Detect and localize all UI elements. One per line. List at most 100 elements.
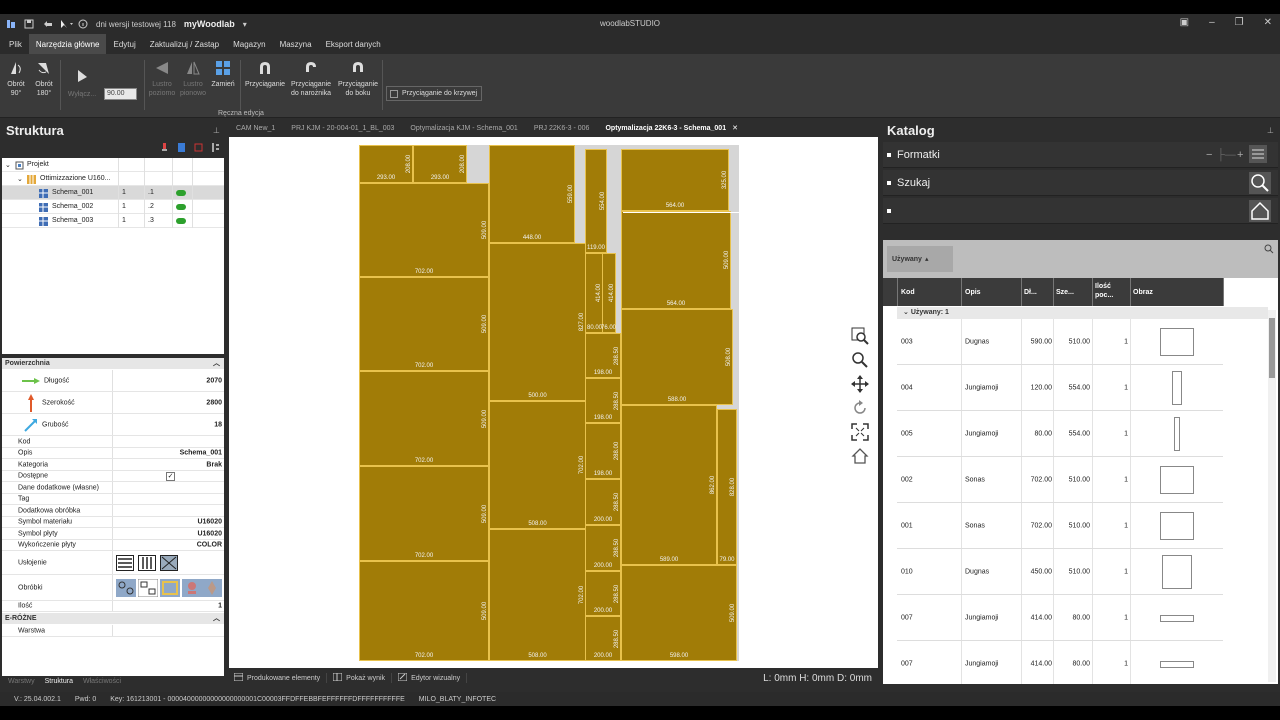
chevron-down-icon[interactable]: ▾ — [243, 20, 247, 29]
prop-processing[interactable]: Obróbki — [2, 575, 224, 601]
panel-part[interactable]: 293.00 208.00 — [413, 145, 467, 183]
prop-code[interactable]: Kod — [2, 436, 224, 448]
panel-part[interactable]: 200.00 288.50 — [585, 571, 621, 616]
scroll-thumb[interactable] — [1269, 318, 1275, 378]
slider-icon[interactable]: ├— — [1217, 149, 1236, 161]
menu-zaktualizuj[interactable]: Zaktualizuj / Zastąp — [143, 34, 226, 54]
expand-icon[interactable]: + — [1237, 149, 1243, 161]
prop-thickness[interactable]: Grubość 18 — [2, 414, 224, 436]
panel-part[interactable]: 198.00 288.50 — [585, 378, 621, 423]
panel-part[interactable]: 564.00 325.00 — [621, 149, 729, 211]
table-row[interactable]: 005 Jungiamoji 80.00 554.00 1 — [897, 411, 1223, 457]
col-header[interactable]: Opis — [965, 288, 981, 297]
col-header[interactable]: Obraz — [1133, 288, 1153, 297]
available-checkbox[interactable]: ✓ — [166, 472, 175, 481]
panel-part[interactable]: 702.00 509.00 — [359, 466, 489, 561]
prop-quantity[interactable]: Ilość 1 — [2, 601, 224, 612]
col-header[interactable]: Kod — [901, 288, 915, 297]
vertical-scrollbar[interactable] — [1268, 310, 1276, 682]
visibility-toggle[interactable] — [176, 218, 186, 224]
panel-part[interactable]: 589.00 862.00 — [621, 405, 717, 565]
grain-horizontal-icon[interactable] — [116, 555, 134, 573]
used-filter-button[interactable]: Używany ▴ — [887, 246, 953, 272]
prop-additional-processing[interactable]: Dodatkowa obróbka — [2, 505, 224, 517]
home-icon[interactable] — [851, 447, 869, 465]
mirror-horizontal-button[interactable]: Lustro poziomo — [148, 60, 176, 98]
pin-icon[interactable]: ⊥ — [213, 126, 220, 135]
snap-side-button[interactable]: Przyciąganie do boku — [336, 60, 380, 98]
grain-vertical-icon[interactable] — [138, 555, 156, 573]
panel-part[interactable]: 598.00 509.00 — [621, 565, 737, 661]
rotate-view-icon[interactable] — [851, 399, 869, 417]
doc-tab[interactable]: CAM New_1 — [228, 120, 283, 136]
grain-none-icon[interactable] — [160, 555, 178, 573]
prop-length[interactable]: Długość 2070 — [2, 370, 224, 392]
prop-material-symbol[interactable]: Symbol materiału U16020 — [2, 517, 224, 528]
col-header[interactable]: Ilość poc... — [1095, 282, 1125, 300]
tilt-button[interactable]: Wyłącz... — [64, 68, 100, 99]
panel-part[interactable]: 702.00 509.00 — [359, 277, 489, 371]
restore-panel-icon[interactable]: ▣ — [1180, 17, 1189, 28]
menu-narzedzia-glowne[interactable]: Narzędzia główne — [28, 34, 107, 54]
menu-eksport[interactable]: Eksport danych — [319, 34, 388, 54]
home-icon[interactable] — [1249, 200, 1271, 225]
info-icon[interactable] — [78, 19, 88, 29]
snap-curve-checkbox[interactable]: Przyciąganie do krzywej — [386, 86, 482, 101]
menu-maszyna[interactable]: Maszyna — [273, 34, 319, 54]
angle-input[interactable]: 90.00 — [104, 88, 137, 100]
panel-part[interactable]: 508.00 702.00 — [489, 529, 586, 661]
table-row[interactable]: 010 Dugnas 450.00 510.00 1 — [897, 549, 1223, 595]
section-header[interactable]: E-RÓŻNE ︿ — [2, 613, 224, 624]
section-header[interactable]: Powierzchnia ︿ — [2, 358, 224, 369]
panel-part[interactable]: 198.00 288.50 — [585, 333, 621, 378]
panel-part[interactable]: 564.00 509.00 — [621, 211, 731, 309]
visibility-toggle[interactable] — [176, 190, 186, 196]
processing-grid-icon[interactable] — [137, 578, 159, 599]
group-row[interactable]: ⌄ Używany: 1 — [897, 307, 1268, 319]
maximize-button[interactable]: ❐ — [1235, 17, 1244, 28]
search-icon[interactable] — [1249, 172, 1271, 197]
panel-part[interactable]: 293.00 208.00 — [359, 145, 413, 183]
minimize-button[interactable]: – — [1209, 17, 1215, 28]
section-empty[interactable] — [883, 198, 1278, 224]
collapse-icon[interactable]: ⌄ — [17, 175, 23, 183]
table-row[interactable]: 007 Jungiamoji 414.00 80.00 1 — [897, 641, 1223, 684]
col-header[interactable]: Dł... — [1024, 288, 1037, 297]
visual-editor-button[interactable]: Edytor wizualny — [392, 672, 468, 683]
search-icon[interactable] — [1264, 244, 1274, 256]
processing-tool-icon[interactable] — [202, 579, 222, 599]
tree-row-project[interactable]: ⌄ Projekt — [2, 158, 224, 172]
visibility-toggle[interactable] — [176, 204, 186, 210]
prop-category[interactable]: Kategoria Brak — [2, 459, 224, 471]
panel-part[interactable]: 702.00 509.00 — [359, 371, 489, 466]
processing-edge-icon[interactable] — [160, 579, 180, 599]
collapse-icon[interactable]: ⌄ — [5, 161, 11, 169]
mirror-vertical-button[interactable]: Lustro pionowo — [178, 60, 208, 98]
panel-part[interactable]: 508.00 702.00 — [489, 401, 586, 529]
tab-layers[interactable]: Warstwy — [8, 678, 35, 690]
close-button[interactable]: ✕ — [1264, 17, 1272, 28]
processing-holes-icon[interactable] — [116, 579, 136, 599]
section-search[interactable]: Szukaj — [883, 170, 1278, 196]
pan-icon[interactable] — [851, 375, 869, 393]
swap-button[interactable]: Zamień — [210, 60, 236, 89]
produced-elements-button[interactable]: Produkowane elementy — [228, 672, 328, 683]
prop-board-finish[interactable]: Wykończenie płyty COLOR — [2, 540, 224, 551]
zoom-window-icon[interactable] — [851, 327, 869, 345]
cutting-layout-canvas[interactable]: 293.00 208.00 293.00 208.00 702.00 509.00 702.… — [229, 137, 878, 668]
table-row[interactable]: 001 Sonas 702.00 510.00 1 — [897, 503, 1223, 549]
panel-part[interactable]: 448.00 559.00 — [489, 145, 575, 243]
menu-edytuj[interactable]: Edytuj — [106, 34, 142, 54]
doc-tab-active[interactable]: Optymalizacja 22K6-3 - Schema_001 ✕ — [597, 120, 746, 136]
tree-row-optimization[interactable]: ⌄ Ottimizzazione U160... — [2, 172, 224, 186]
undo-icon[interactable] — [42, 19, 52, 29]
pointer-dropdown-icon[interactable] — [60, 19, 73, 29]
prop-layer[interactable]: Warstwa — [2, 625, 224, 637]
tree-row-schema[interactable]: Schema_002 1 .2 — [2, 200, 224, 214]
tree-row-schema[interactable]: Schema_003 1 .3 — [2, 214, 224, 228]
delete-icon[interactable] — [194, 143, 203, 152]
show-result-button[interactable]: Pokaż wynik — [327, 672, 393, 683]
processing-shape-icon[interactable] — [182, 579, 202, 599]
prop-extra-data[interactable]: Dane dodatkowe (własne) — [2, 482, 224, 494]
table-row[interactable]: 002 Sonas 702.00 510.00 1 — [897, 457, 1223, 503]
